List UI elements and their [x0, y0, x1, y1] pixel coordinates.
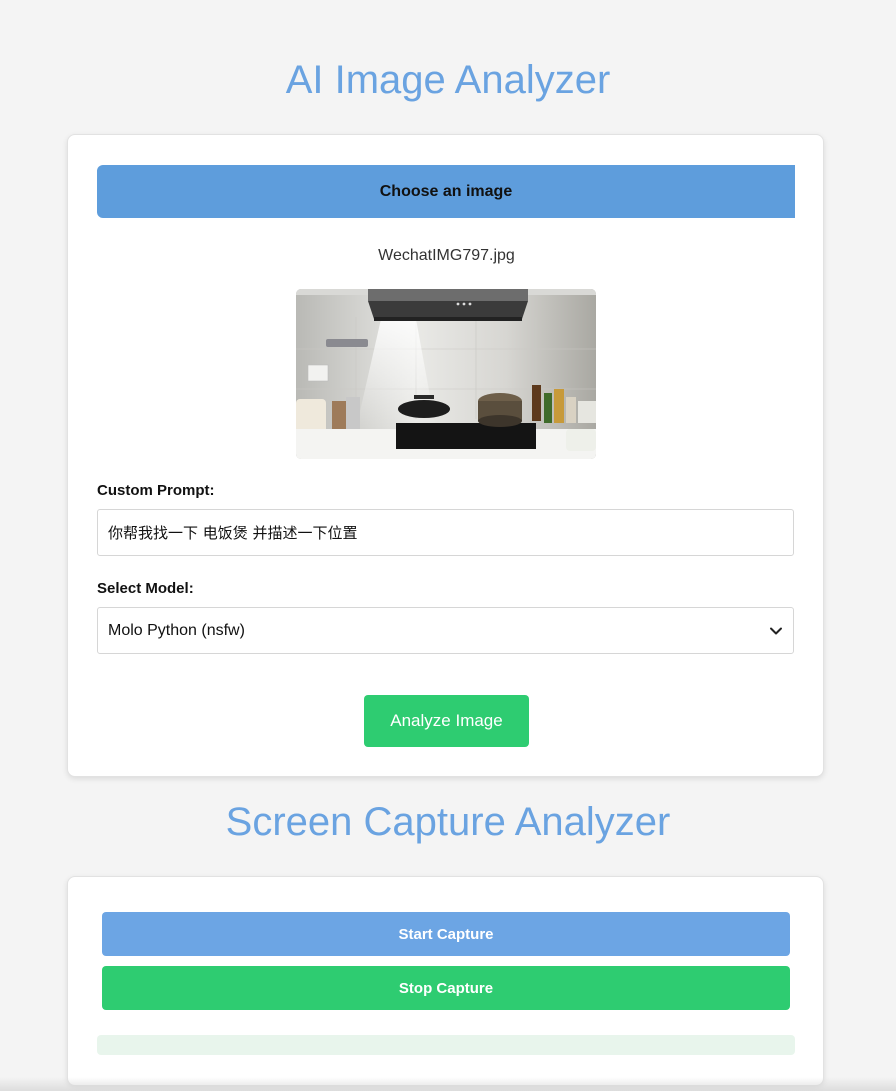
custom-prompt-input[interactable] — [97, 509, 794, 556]
start-capture-button[interactable]: Start Capture — [102, 912, 790, 956]
choose-image-button[interactable]: Choose an image — [97, 165, 795, 218]
custom-prompt-label: Custom Prompt: — [97, 482, 215, 499]
capture-result-area — [97, 1035, 795, 1055]
model-select-value: Molo Python (nsfw) — [108, 621, 245, 639]
kitchen-photo — [296, 289, 596, 459]
stop-capture-button[interactable]: Stop Capture — [102, 966, 790, 1010]
page: AI Image Analyzer Choose an image Wechat… — [0, 0, 896, 1091]
model-select[interactable]: Molo Python (nsfw) — [97, 607, 794, 654]
chevron-down-icon — [769, 624, 783, 638]
screen-capture-title: Screen Capture Analyzer — [225, 800, 671, 844]
select-model-label: Select Model: — [97, 580, 194, 597]
analyze-image-button[interactable]: Analyze Image — [364, 695, 529, 747]
page-title: AI Image Analyzer — [285, 58, 611, 102]
bottom-shadow — [0, 1077, 896, 1091]
screen-capture-card: Start Capture Stop Capture — [67, 876, 824, 1086]
image-preview — [296, 289, 596, 459]
selected-file-name: WechatIMG797.jpg — [378, 247, 515, 264]
image-analyzer-card: Choose an image WechatIMG797.jpg Custom … — [67, 134, 824, 777]
